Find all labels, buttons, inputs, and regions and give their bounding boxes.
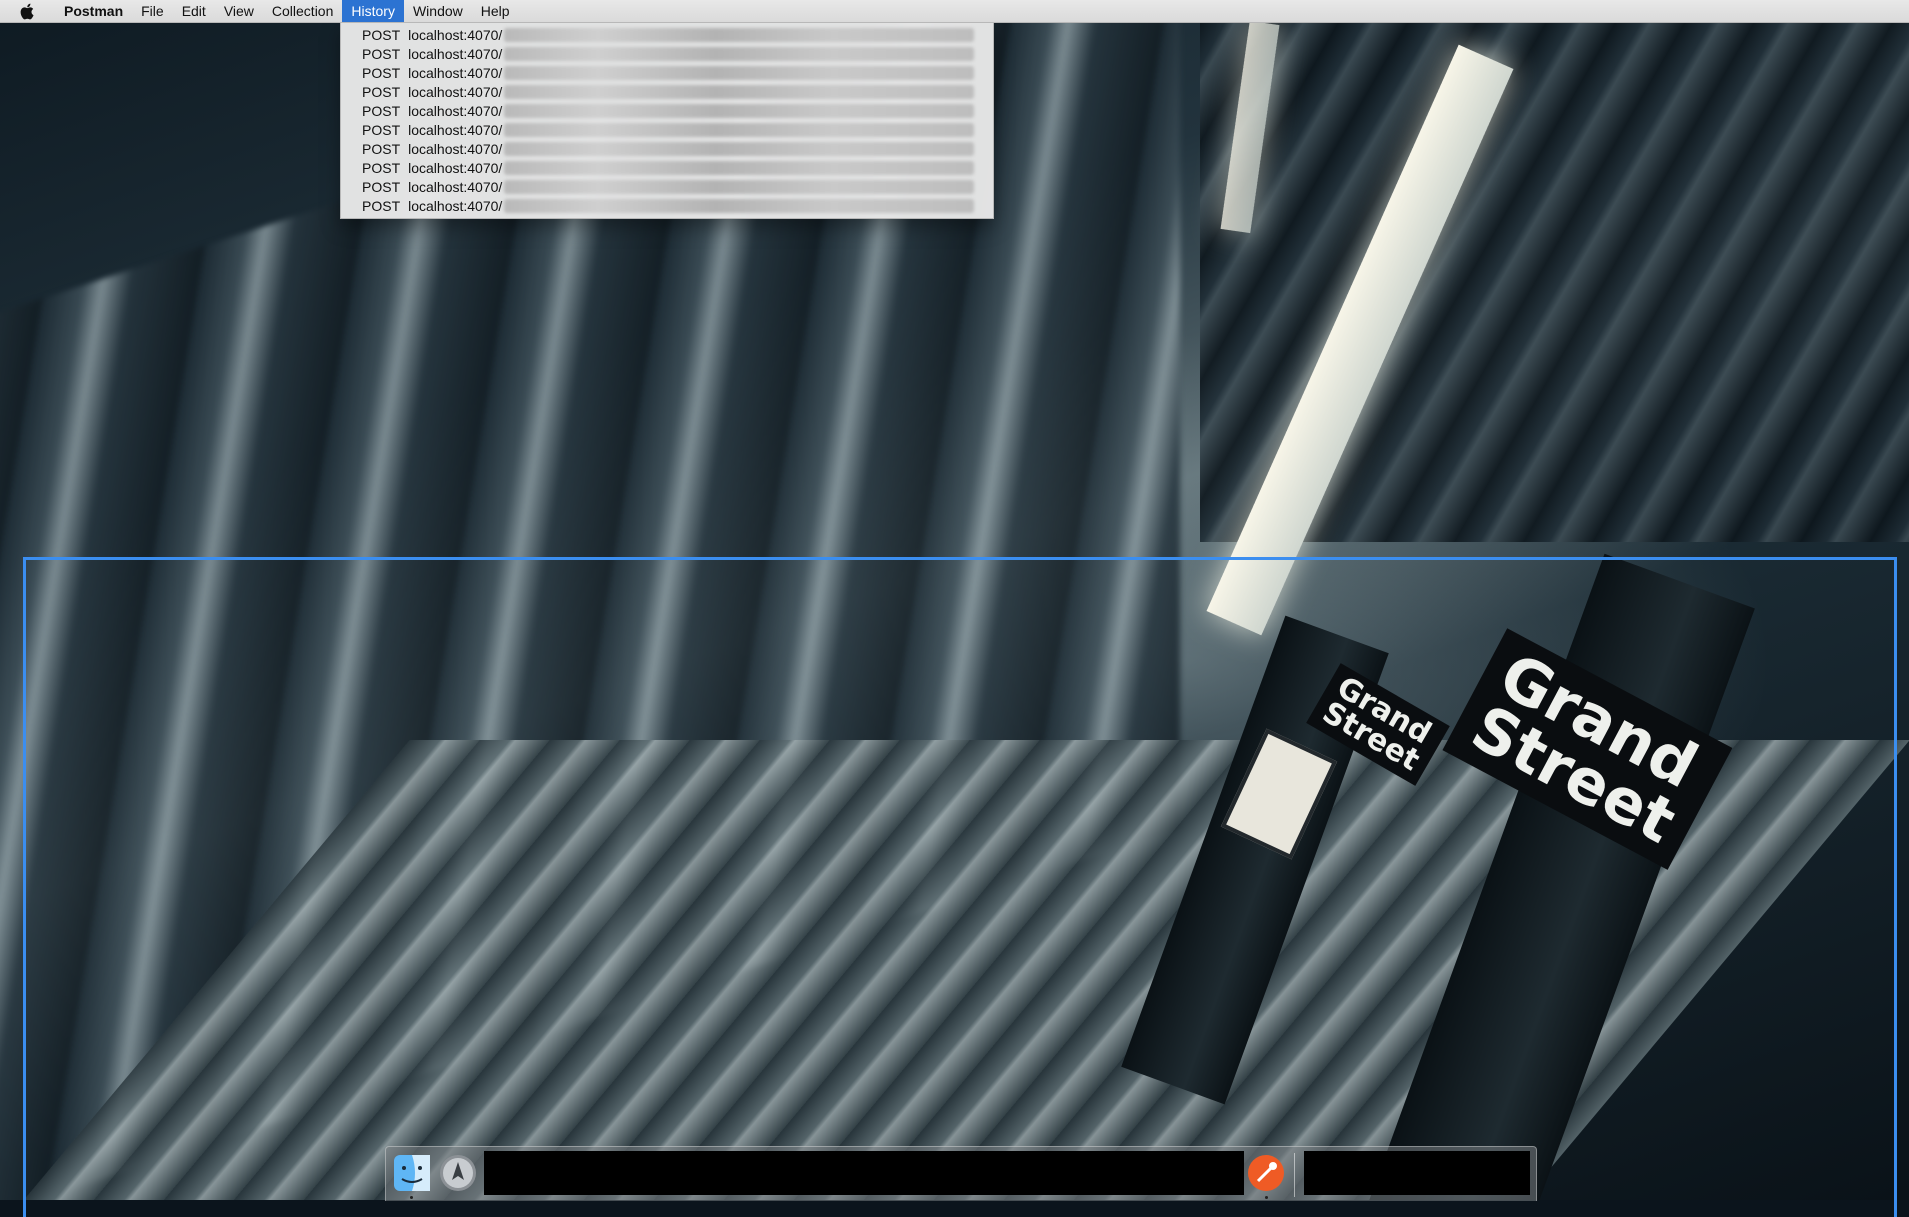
request-method: POST bbox=[362, 45, 401, 62]
request-host: localhost:4070/ bbox=[408, 140, 503, 157]
redacted-url bbox=[504, 179, 975, 194]
request-host: localhost:4070/ bbox=[408, 102, 503, 119]
history-menu-item[interactable]: POST localhost:4070/ bbox=[341, 101, 993, 120]
dock-running-indicator bbox=[410, 1196, 413, 1199]
apple-icon[interactable] bbox=[16, 0, 38, 22]
menu-window[interactable]: Window bbox=[404, 0, 472, 22]
history-menu-item[interactable]: POST localhost:4070/ bbox=[341, 139, 993, 158]
dock-running-indicator bbox=[1265, 1196, 1268, 1199]
request-method: POST bbox=[362, 178, 401, 195]
request-host: localhost:4070/ bbox=[408, 121, 503, 138]
history-menu-item[interactable]: POST localhost:4070/ bbox=[341, 196, 993, 215]
request-host: localhost:4070/ bbox=[408, 64, 503, 81]
history-menu-item[interactable]: POST localhost:4070/ bbox=[341, 177, 993, 196]
request-method: POST bbox=[362, 197, 401, 214]
redacted-url bbox=[504, 103, 975, 118]
menu-app-postman[interactable]: Postman bbox=[52, 0, 132, 22]
menu-edit[interactable]: Edit bbox=[173, 0, 215, 22]
postman-icon[interactable] bbox=[1246, 1153, 1286, 1193]
screenshot-selection-rectangle[interactable] bbox=[23, 557, 1897, 1217]
redacted-url bbox=[504, 27, 975, 42]
request-host: localhost:4070/ bbox=[408, 45, 503, 62]
request-host: localhost:4070/ bbox=[408, 178, 503, 195]
request-method: POST bbox=[362, 26, 401, 43]
request-method: POST bbox=[362, 121, 401, 138]
history-menu-item[interactable]: POST localhost:4070/ bbox=[341, 120, 993, 139]
launchpad-icon[interactable] bbox=[438, 1153, 478, 1193]
request-method: POST bbox=[362, 64, 401, 81]
menu-help[interactable]: Help bbox=[472, 0, 519, 22]
history-menu-item[interactable]: POST localhost:4070/ bbox=[341, 63, 993, 82]
history-menu-item[interactable]: POST localhost:4070/ bbox=[341, 25, 993, 44]
request-host: localhost:4070/ bbox=[408, 159, 503, 176]
request-host: localhost:4070/ bbox=[408, 83, 503, 100]
redacted-dock-items bbox=[1304, 1151, 1530, 1195]
redacted-url bbox=[504, 160, 975, 175]
finder-icon[interactable] bbox=[392, 1153, 432, 1193]
history-menu-item[interactable]: POST localhost:4070/ bbox=[341, 82, 993, 101]
menu-file[interactable]: File bbox=[132, 0, 173, 22]
redacted-url bbox=[504, 141, 975, 156]
history-menu-item[interactable]: POST localhost:4070/ bbox=[341, 44, 993, 63]
redacted-url bbox=[504, 65, 975, 80]
dock-divider bbox=[1294, 1153, 1295, 1197]
redacted-url bbox=[504, 122, 975, 137]
redacted-url bbox=[504, 84, 975, 99]
request-method: POST bbox=[362, 102, 401, 119]
menu-collection[interactable]: Collection bbox=[263, 0, 342, 22]
request-method: POST bbox=[362, 140, 401, 157]
request-host: localhost:4070/ bbox=[408, 26, 503, 43]
request-method: POST bbox=[362, 83, 401, 100]
request-host: localhost:4070/ bbox=[408, 197, 503, 214]
dock bbox=[385, 1146, 1537, 1201]
menu-history[interactable]: History bbox=[342, 0, 404, 22]
redacted-url bbox=[504, 46, 975, 61]
request-method: POST bbox=[362, 159, 401, 176]
redacted-dock-apps bbox=[484, 1151, 1244, 1195]
history-dropdown-menu: POST localhost:4070/ POST localhost:4070/ … bbox=[340, 22, 994, 219]
history-menu-item[interactable]: POST localhost:4070/ bbox=[341, 158, 993, 177]
menu-view[interactable]: View bbox=[215, 0, 263, 22]
menu-bar: Postman File Edit View Collection Histor… bbox=[0, 0, 1909, 23]
redacted-url bbox=[504, 198, 975, 213]
